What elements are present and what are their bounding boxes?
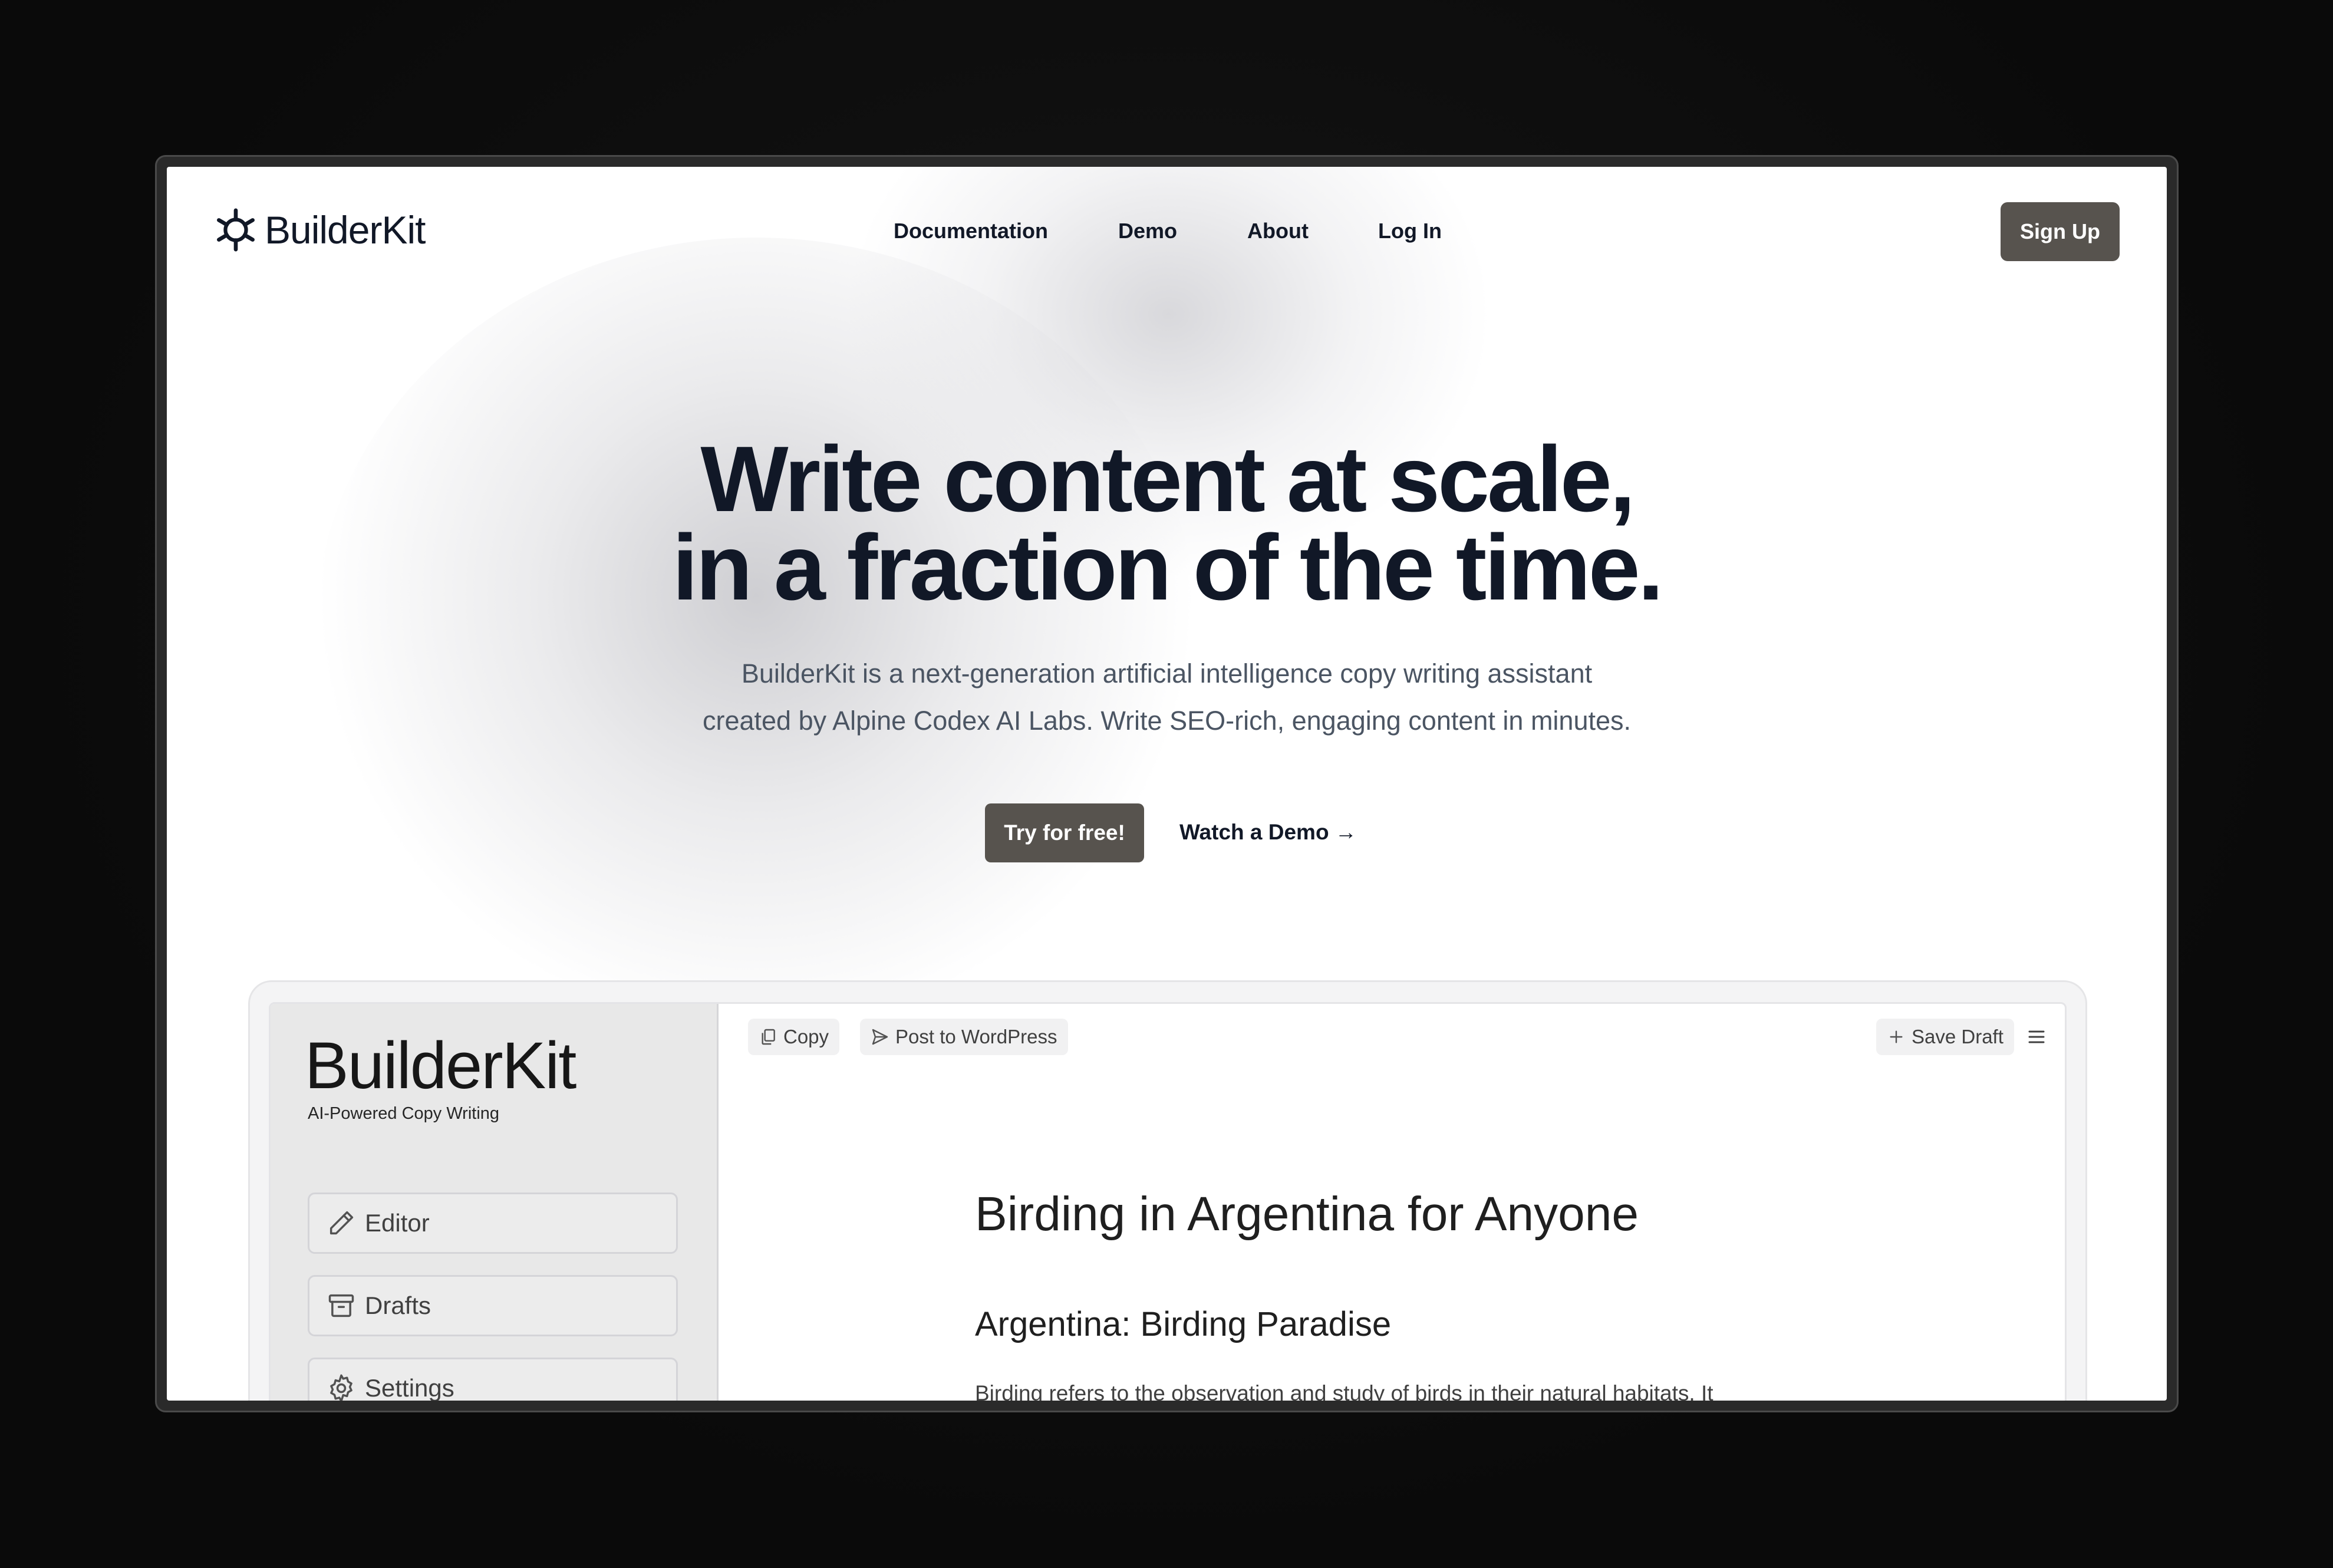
copy-label: Copy	[783, 1026, 829, 1047]
app-brand: BuilderKit	[305, 1029, 576, 1102]
nav-documentation[interactable]: Documentation	[894, 219, 1048, 243]
hero-title-line: in a fraction of the time.	[672, 516, 1663, 620]
document-title[interactable]: Birding in Argentina for Anyone	[975, 1187, 1639, 1242]
save-draft-label: Save Draft	[1912, 1026, 2004, 1047]
app-tagline: AI-Powered Copy Writing	[308, 1104, 500, 1123]
sidebar-item-label: Settings	[365, 1374, 454, 1401]
archive-icon	[328, 1294, 354, 1317]
sidebar-item-editor[interactable]: Editor	[308, 1193, 678, 1254]
sidebar-item-settings[interactable]: Settings	[308, 1358, 678, 1401]
app-preview: BuilderKit AI-Powered Copy Writing Edito…	[269, 1002, 2067, 1401]
hero-title-line: Write content at scale,	[700, 427, 1635, 531]
gear-icon	[330, 1374, 352, 1401]
main-nav: Documentation Demo About Log In	[167, 219, 2167, 254]
sidebar-item-drafts[interactable]: Drafts	[308, 1275, 678, 1336]
app-sidebar: BuilderKit AI-Powered Copy Writing Edito…	[271, 1004, 719, 1401]
sidebar-item-label: Drafts	[365, 1292, 431, 1319]
nav-demo[interactable]: Demo	[1118, 219, 1177, 243]
post-wordpress-label: Post to WordPress	[895, 1026, 1057, 1047]
save-draft-button[interactable]: Save Draft	[1876, 1019, 2014, 1055]
copy-icon	[762, 1029, 775, 1045]
nav-login[interactable]: Log In	[1378, 219, 1442, 243]
hero-title: Write content at scale, in a fraction of…	[167, 427, 2167, 620]
landing-page: BuilderKit Documentation Demo About Log …	[167, 167, 2167, 1401]
send-icon	[872, 1029, 888, 1045]
nav-about[interactable]: About	[1247, 219, 1309, 243]
document-heading[interactable]: Argentina: Birding Paradise	[975, 1305, 1391, 1344]
try-free-button[interactable]: Try for free!	[985, 803, 1144, 862]
post-wordpress-button[interactable]: Post to WordPress	[860, 1019, 1068, 1055]
menu-icon[interactable]	[2026, 1026, 2047, 1047]
plus-icon	[1890, 1030, 1903, 1043]
pencil-icon	[329, 1211, 354, 1235]
hero-subtitle-line: created by Alpine Codex AI Labs. Write S…	[702, 706, 1632, 736]
sidebar-item-label: Editor	[365, 1209, 430, 1237]
signup-button[interactable]: Sign Up	[2001, 202, 2120, 261]
document-paragraph[interactable]: Birding refers to the observation and st…	[975, 1381, 1713, 1401]
hero-subtitle-line: BuilderKit is a next-generation artifici…	[741, 658, 1593, 689]
hero-subtitle: BuilderKit is a next-generation artifici…	[167, 650, 2167, 745]
copy-button[interactable]: Copy	[748, 1019, 840, 1055]
watch-demo-link[interactable]: Watch a Demo →	[1179, 820, 1357, 845]
